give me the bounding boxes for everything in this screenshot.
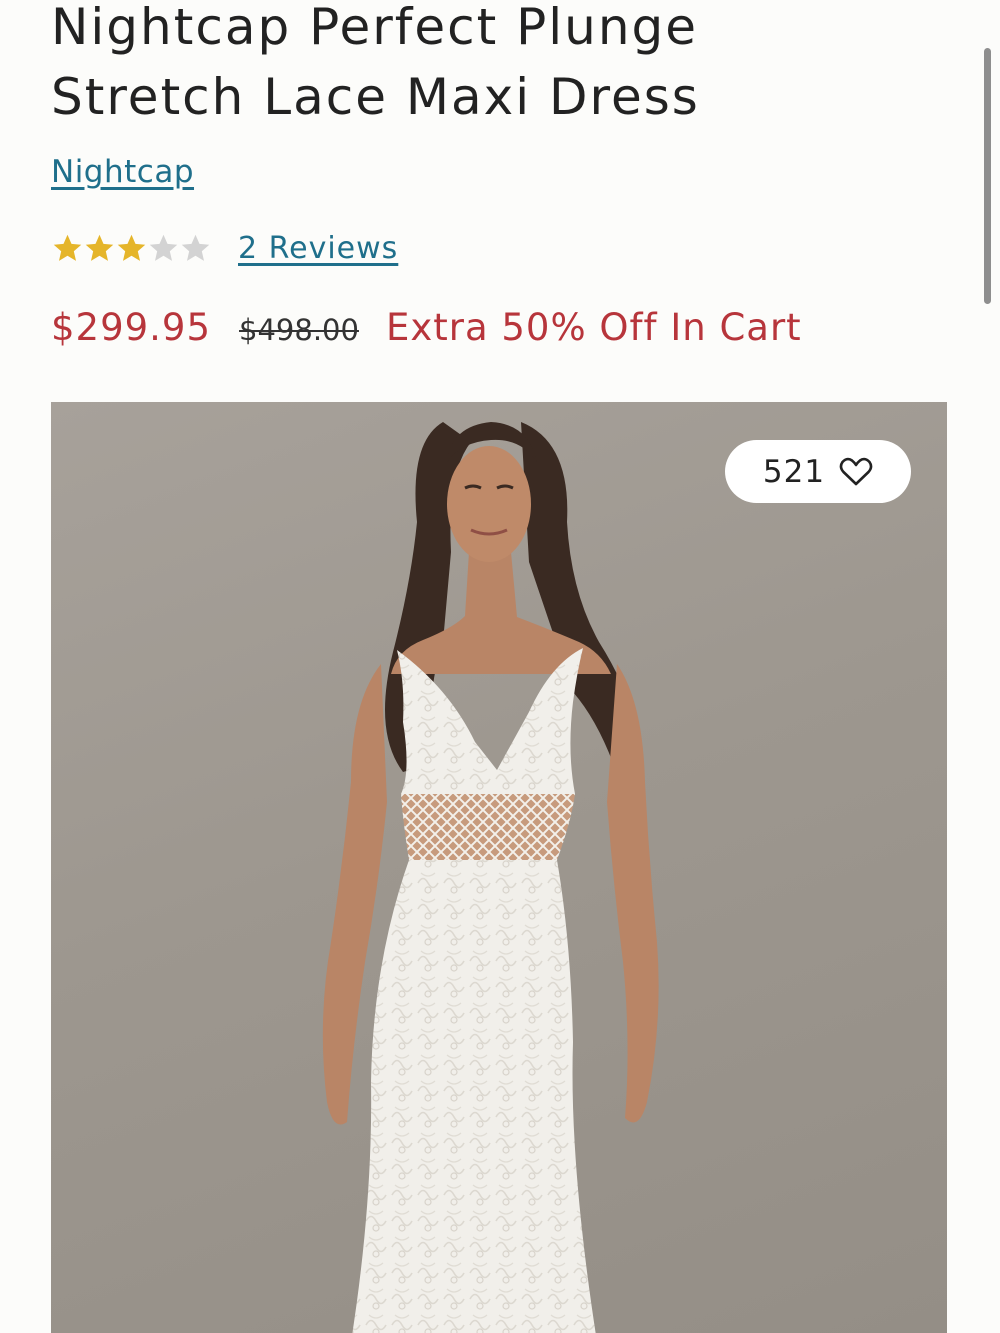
- product-image[interactable]: 521: [51, 402, 947, 1333]
- star-empty-icon: [181, 234, 210, 261]
- product-title-line-1: Nightcap Perfect Plunge: [51, 0, 699, 56]
- sale-price: $299.95: [51, 306, 212, 349]
- promo-text: Extra 50% Off In Cart: [385, 306, 802, 349]
- favorite-count: 521: [762, 453, 826, 490]
- star-empty-icon: [149, 234, 178, 261]
- star-filled-icon: [117, 234, 146, 261]
- original-price: $498.00: [239, 313, 359, 347]
- reviews-link[interactable]: 2 Reviews: [238, 231, 398, 266]
- product-title-line-2: Stretch Lace Maxi Dress: [51, 68, 700, 126]
- price-row: $299.95 $498.00 Extra 50% Off In Cart: [51, 306, 802, 358]
- model-photo: [322, 422, 659, 1333]
- star-rating: [51, 232, 211, 265]
- favorite-button[interactable]: 521: [725, 440, 911, 503]
- heart-outline-icon: [839, 457, 873, 485]
- star-filled-icon: [53, 234, 82, 261]
- brand-link[interactable]: Nightcap: [51, 154, 194, 190]
- product-title: Nightcap Perfect Plunge Stretch Lace Max…: [51, 0, 931, 132]
- star-filled-icon: [85, 234, 114, 261]
- scrollbar-thumb[interactable]: [984, 48, 991, 304]
- rating-row: 2 Reviews: [51, 226, 398, 270]
- scrollbar[interactable]: [984, 48, 991, 304]
